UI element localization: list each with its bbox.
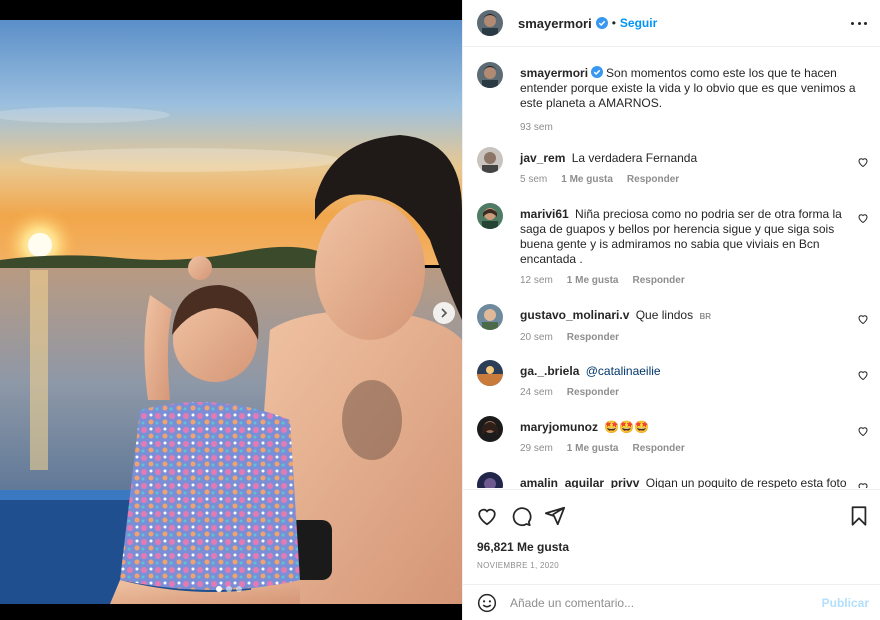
comment-username[interactable]: marivi61 <box>520 207 569 221</box>
verified-badge-icon <box>595 17 608 29</box>
separator-dot: • <box>611 16 616 30</box>
post-media <box>0 0 462 620</box>
verified-badge-icon <box>591 66 604 78</box>
post-actions: 96,821 Me gusta NOVIEMBRE 1, 2020 <box>463 489 880 584</box>
comment-mention-link[interactable]: @catalinaeilie <box>586 364 661 378</box>
comment-text: La verdadera Fernanda <box>571 151 698 165</box>
avatar[interactable] <box>477 10 503 36</box>
avatar[interactable] <box>477 416 503 442</box>
smiley-icon[interactable] <box>477 593 497 613</box>
avatar[interactable] <box>477 147 503 173</box>
avatar[interactable] <box>477 360 503 386</box>
reply-button[interactable]: Responder <box>567 385 619 400</box>
post-details-panel: smayermori • Seguir smayermori Son moment… <box>462 0 880 620</box>
heart-icon[interactable] <box>857 212 869 224</box>
flag-br-icon: BR <box>699 312 711 321</box>
carousel-dot-active <box>216 586 222 592</box>
reply-button[interactable]: Responder <box>632 441 684 456</box>
post-photo[interactable] <box>0 20 462 604</box>
comment-username[interactable]: ga._.briela <box>520 364 579 378</box>
like-count[interactable]: 96,821 Me gusta <box>477 540 569 554</box>
comment-username[interactable]: maryjomunoz <box>520 420 598 434</box>
avatar[interactable] <box>477 203 503 229</box>
comment-time: 20 sem <box>520 332 553 343</box>
comment-likes[interactable]: 1 Me gusta <box>567 273 619 288</box>
carousel-dot <box>236 586 242 592</box>
photo-illustration <box>0 20 462 604</box>
comment-text: 🤩🤩🤩 <box>604 420 650 434</box>
post-date: NOVIEMBRE 1, 2020 <box>477 561 560 570</box>
next-slide-button[interactable] <box>433 302 455 324</box>
comment-time: 12 sem <box>520 275 553 286</box>
comment-username[interactable]: jav_rem <box>520 151 565 165</box>
heart-icon[interactable] <box>857 481 869 488</box>
comment-username[interactable]: amalin_aguilar_privv <box>520 476 639 488</box>
more-options-icon[interactable] <box>851 15 867 31</box>
comment-time: 5 sem <box>520 174 548 185</box>
chevron-right-icon <box>441 308 448 318</box>
comment-input[interactable] <box>510 595 800 610</box>
post-header: smayermori • Seguir <box>463 0 880 47</box>
comment-time: 24 sem <box>520 387 553 398</box>
comment-icon[interactable] <box>510 505 532 527</box>
paper-plane-icon[interactable] <box>544 505 566 527</box>
heart-icon[interactable] <box>857 425 869 437</box>
comment-username[interactable]: gustavo_molinari.v <box>520 308 629 322</box>
avatar[interactable] <box>477 304 503 330</box>
comments-list[interactable]: smayermori Son momentos como este los que… <box>463 48 880 488</box>
heart-icon[interactable] <box>476 505 498 527</box>
add-comment-bar: Publicar <box>463 584 880 620</box>
carousel-indicator <box>216 586 242 592</box>
carousel-dot <box>226 586 232 592</box>
avatar[interactable] <box>477 472 503 488</box>
caption-time: 93 sem <box>520 122 553 133</box>
comment-likes[interactable]: 1 Me gusta <box>567 441 619 456</box>
post-author-username[interactable]: smayermori <box>518 16 592 31</box>
reply-button[interactable]: Responder <box>627 172 679 187</box>
avatar[interactable] <box>477 62 503 88</box>
reply-button[interactable]: Responder <box>632 273 684 288</box>
bookmark-icon[interactable] <box>848 505 870 527</box>
comment-likes[interactable]: 1 Me gusta <box>561 172 613 187</box>
comment-time: 29 sem <box>520 443 553 454</box>
publish-button[interactable]: Publicar <box>822 596 869 610</box>
heart-icon[interactable] <box>857 313 869 325</box>
follow-button[interactable]: Seguir <box>620 16 657 30</box>
comment-text: Que lindos <box>635 308 694 322</box>
heart-icon[interactable] <box>857 369 869 381</box>
reply-button[interactable]: Responder <box>567 330 619 345</box>
caption-username[interactable]: smayermori <box>520 66 588 80</box>
heart-icon[interactable] <box>857 156 869 168</box>
